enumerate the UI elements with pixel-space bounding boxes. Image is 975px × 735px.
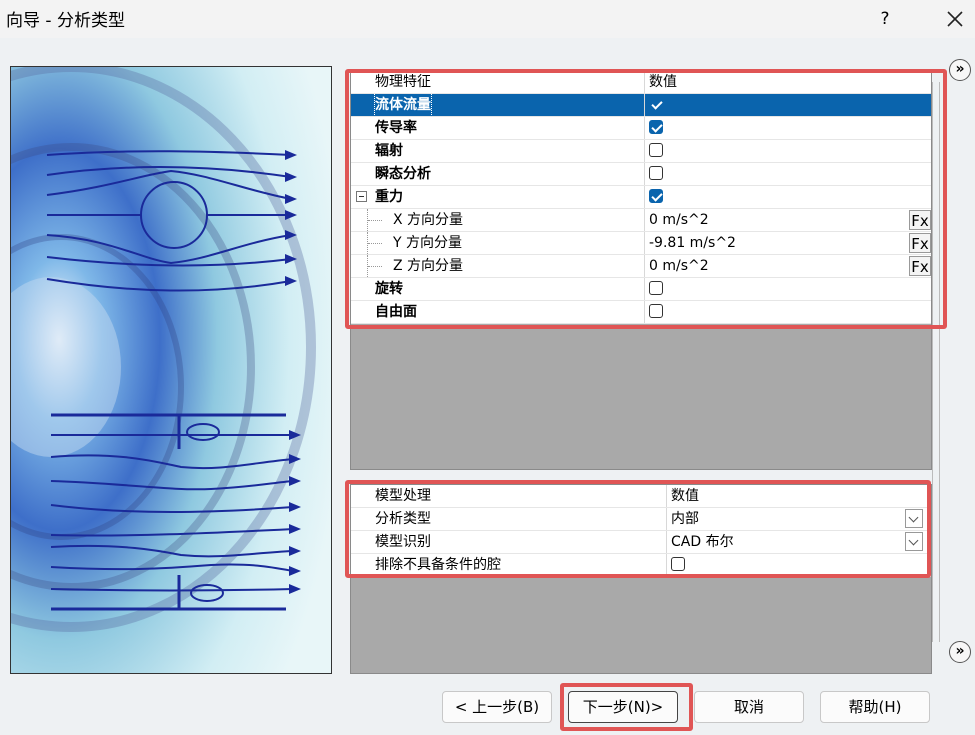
row-value: [645, 163, 931, 185]
tree-line: [367, 232, 384, 254]
back-button[interactable]: < 上一步(B): [442, 691, 552, 723]
grid-row[interactable]: Y 方向分量 -9.81 m/s^2 Fx: [351, 232, 931, 255]
chevron-down-icon[interactable]: [905, 509, 923, 528]
grid-row[interactable]: 旋转: [351, 278, 931, 301]
header-name: 模型处理: [351, 485, 667, 507]
window-title: 向导 - 分析类型: [6, 11, 125, 31]
collapse-icon[interactable]: [356, 191, 367, 202]
row-label: Z 方向分量: [351, 255, 645, 277]
row-label-text: 旋转: [375, 281, 403, 297]
fx-button[interactable]: Fx: [909, 210, 931, 230]
row-label: 辐射: [351, 140, 645, 162]
row-label: 旋转: [351, 278, 645, 300]
grid-row[interactable]: 重力: [351, 186, 931, 209]
row-label-text: 分析类型: [375, 511, 431, 527]
header-value-label: 数值: [671, 488, 699, 504]
grid-row[interactable]: 辐射: [351, 140, 931, 163]
row-label: 重力: [351, 186, 645, 208]
row-label-text: 自由面: [375, 304, 417, 320]
chevron-down-icon[interactable]: [905, 532, 923, 551]
header-label: 物理特征: [375, 74, 431, 90]
checkbox[interactable]: [649, 120, 663, 134]
row-label-text: 传导率: [375, 120, 417, 136]
row-label: X 方向分量: [351, 209, 645, 231]
physical-features-grid: 物理特征 数值 流体流量 传导率 辐射 瞬态分析 重力 X 方向分量 0 m/s^2 Fx Y 方向…: [350, 70, 932, 470]
grid-row[interactable]: 传导率: [351, 117, 931, 140]
row-value: 0 m/s^2 Fx: [645, 255, 931, 277]
value-text[interactable]: CAD 布尔: [667, 534, 734, 550]
row-label-text: 重力: [375, 189, 403, 205]
value-text[interactable]: 0 m/s^2: [645, 212, 709, 228]
grid-row[interactable]: 分析类型 内部: [351, 508, 927, 531]
checkbox[interactable]: [649, 97, 663, 111]
row-label: 流体流量: [351, 94, 645, 116]
checkbox[interactable]: [671, 557, 685, 571]
row-label: 自由面: [351, 301, 645, 323]
row-value: CAD 布尔: [667, 531, 927, 553]
row-label-text: Z 方向分量: [393, 258, 464, 274]
row-value: 0 m/s^2 Fx: [645, 209, 931, 231]
row-label: 传导率: [351, 117, 645, 139]
row-label: 排除不具备条件的腔: [351, 554, 667, 576]
grid-row[interactable]: 流体流量: [351, 94, 931, 117]
checkbox[interactable]: [649, 189, 663, 203]
value-text[interactable]: 0 m/s^2: [645, 258, 709, 274]
row-label-text: X 方向分量: [393, 212, 464, 228]
row-value: [645, 117, 931, 139]
checkbox[interactable]: [649, 304, 663, 318]
grid-row[interactable]: 自由面: [351, 301, 931, 324]
next-button[interactable]: 下一步(N)>: [568, 691, 678, 723]
row-value: -9.81 m/s^2 Fx: [645, 232, 931, 254]
tree-line: [367, 209, 384, 231]
header-value-label: 数值: [649, 74, 677, 90]
checkbox[interactable]: [649, 166, 663, 180]
help-button[interactable]: 帮助(H): [820, 691, 930, 723]
row-label: 分析类型: [351, 508, 667, 530]
close-icon[interactable]: [940, 4, 970, 34]
grid-header-row: 物理特征 数值: [351, 71, 931, 94]
grid-row[interactable]: 瞬态分析: [351, 163, 931, 186]
row-label-text: 模型识别: [375, 534, 431, 550]
row-value: [645, 186, 931, 208]
row-value: [645, 140, 931, 162]
header-value: 数值: [667, 485, 927, 507]
row-label: 模型识别: [351, 531, 667, 553]
row-value: [645, 301, 931, 323]
value-text[interactable]: 内部: [667, 511, 699, 527]
grid-row[interactable]: 排除不具备条件的腔: [351, 554, 927, 577]
row-value: [645, 94, 931, 116]
fx-button[interactable]: Fx: [909, 233, 931, 253]
row-label-text: 瞬态分析: [375, 166, 431, 182]
row-label-text: Y 方向分量: [393, 235, 463, 251]
vertical-scrollbar[interactable]: [932, 82, 940, 642]
checkbox[interactable]: [649, 143, 663, 157]
row-label: Y 方向分量: [351, 232, 645, 254]
header-value: 数值: [645, 71, 931, 93]
help-icon[interactable]: ?: [872, 6, 898, 32]
row-label-text: 辐射: [375, 143, 403, 159]
header-name: 物理特征: [351, 71, 645, 93]
grid-row[interactable]: Z 方向分量 0 m/s^2 Fx: [351, 255, 931, 278]
value-text[interactable]: -9.81 m/s^2: [645, 235, 736, 251]
row-label-text: 排除不具备条件的腔: [375, 557, 501, 573]
flow-illustration: [10, 66, 332, 674]
tree-line: [367, 255, 384, 277]
row-label: 瞬态分析: [351, 163, 645, 185]
model-processing-grid: 模型处理 数值分析类型 内部模型识别 CAD 布尔排除不具备条件的腔: [350, 484, 932, 674]
header-label: 模型处理: [375, 488, 431, 504]
row-value: [667, 554, 927, 576]
checkbox[interactable]: [649, 281, 663, 295]
cancel-button[interactable]: 取消: [694, 691, 804, 723]
grid-row[interactable]: X 方向分量 0 m/s^2 Fx: [351, 209, 931, 232]
grid-header-row: 模型处理 数值: [351, 485, 927, 508]
row-value: 内部: [667, 508, 927, 530]
scroll-up-icon[interactable]: »: [949, 59, 971, 81]
grid-row[interactable]: 模型识别 CAD 布尔: [351, 531, 927, 554]
scroll-down-icon[interactable]: »: [949, 641, 971, 663]
fx-button[interactable]: Fx: [909, 256, 931, 276]
row-label-text: 流体流量: [374, 94, 432, 116]
title-bar: 向导 - 分析类型 ?: [0, 0, 975, 38]
row-value: [645, 278, 931, 300]
